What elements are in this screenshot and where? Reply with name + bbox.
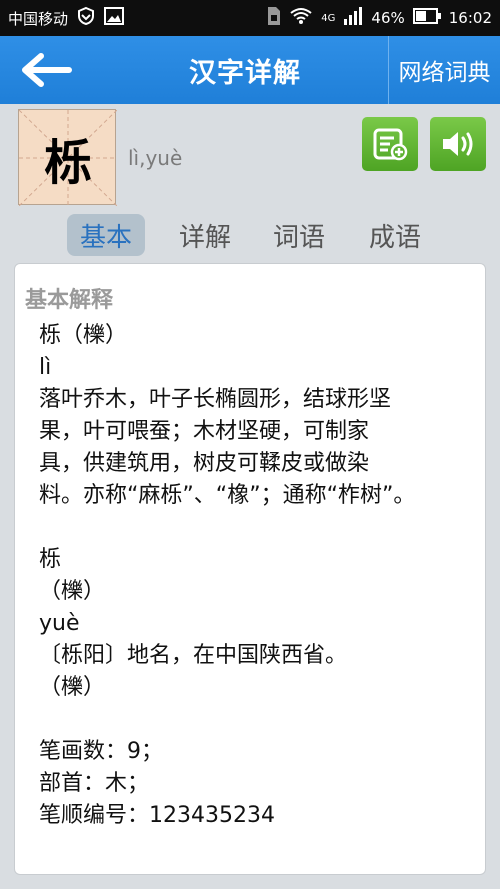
tab-idioms[interactable]: 成语 <box>356 214 434 256</box>
shield-icon <box>76 6 96 30</box>
definition-text: 栎（櫟） lì 落叶乔木，叶子长椭圆形，结球形坚 果，叶可喂蚕；木材坚硬，可制家… <box>39 320 459 832</box>
definition-card: 基本解释 栎（櫟） lì 落叶乔木，叶子长椭圆形，结球形坚 果，叶可喂蚕；木材坚… <box>14 263 486 875</box>
network-type-label: 4G <box>321 12 336 24</box>
pronounce-button[interactable] <box>430 117 486 171</box>
app-header: 汉字详解 网络词典 <box>0 36 500 104</box>
speaker-icon <box>443 132 473 156</box>
clock: 16:02 <box>448 9 492 27</box>
wifi-icon <box>289 7 313 29</box>
definition-line <box>39 512 459 544</box>
definition-line: 〔栎阳〕地名，在中国陕西省。 <box>39 643 348 668</box>
carrier-label: 中国移动 <box>8 9 69 28</box>
section-title: 基本解释 <box>25 288 114 313</box>
character-glyph: 栎 <box>43 135 92 191</box>
network-dictionary-button[interactable]: 网络词典 <box>388 36 500 104</box>
character-box: 栎 <box>18 109 117 206</box>
image-icon <box>104 7 125 29</box>
definition-line: 果，叶可喂蚕；木材坚硬，可制家 <box>39 419 370 444</box>
definition-line: 具，供建筑用，树皮可鞣皮或做染 <box>39 451 370 476</box>
definition-line: 笔顺编号：123435234 <box>39 803 275 828</box>
definition-line: 笔画数：9； <box>39 739 163 764</box>
tab-detailed[interactable]: 详解 <box>166 214 244 256</box>
definition-line: 栎 <box>39 547 62 572</box>
definition-line: （櫟） <box>39 675 106 700</box>
definition-line: yuè <box>39 611 80 636</box>
definition-line <box>39 704 459 736</box>
definition-line: （櫟） <box>39 579 106 604</box>
definition-line: 栎（櫟） <box>39 323 128 348</box>
battery-percent: 46% <box>371 9 405 27</box>
back-arrow-icon <box>22 53 72 87</box>
pinyin-label: lì,yuè <box>128 146 183 170</box>
add-to-notebook-button[interactable] <box>362 117 418 171</box>
tab-words[interactable]: 词语 <box>260 214 338 256</box>
status-bar: 中国移动 4G 46% 16:02 <box>0 0 500 36</box>
sim-icon <box>267 6 281 30</box>
tab-bar: 基本 详解 词语 成语 <box>0 214 500 256</box>
tab-basic[interactable]: 基本 <box>67 214 145 256</box>
back-button[interactable] <box>0 36 92 104</box>
definition-line: 料。亦称“麻栎”、“橡”；通称“柞树”。 <box>39 483 416 508</box>
battery-icon <box>412 8 441 28</box>
notebook-add-icon <box>373 128 408 161</box>
page-title: 汉字详解 <box>189 57 301 89</box>
definition-line: 落叶乔木，叶子长椭圆形，结球形坚 <box>39 387 392 412</box>
signal-icon <box>343 7 363 29</box>
definition-line: 部首：木； <box>39 771 150 796</box>
definition-line: lì <box>39 355 52 380</box>
